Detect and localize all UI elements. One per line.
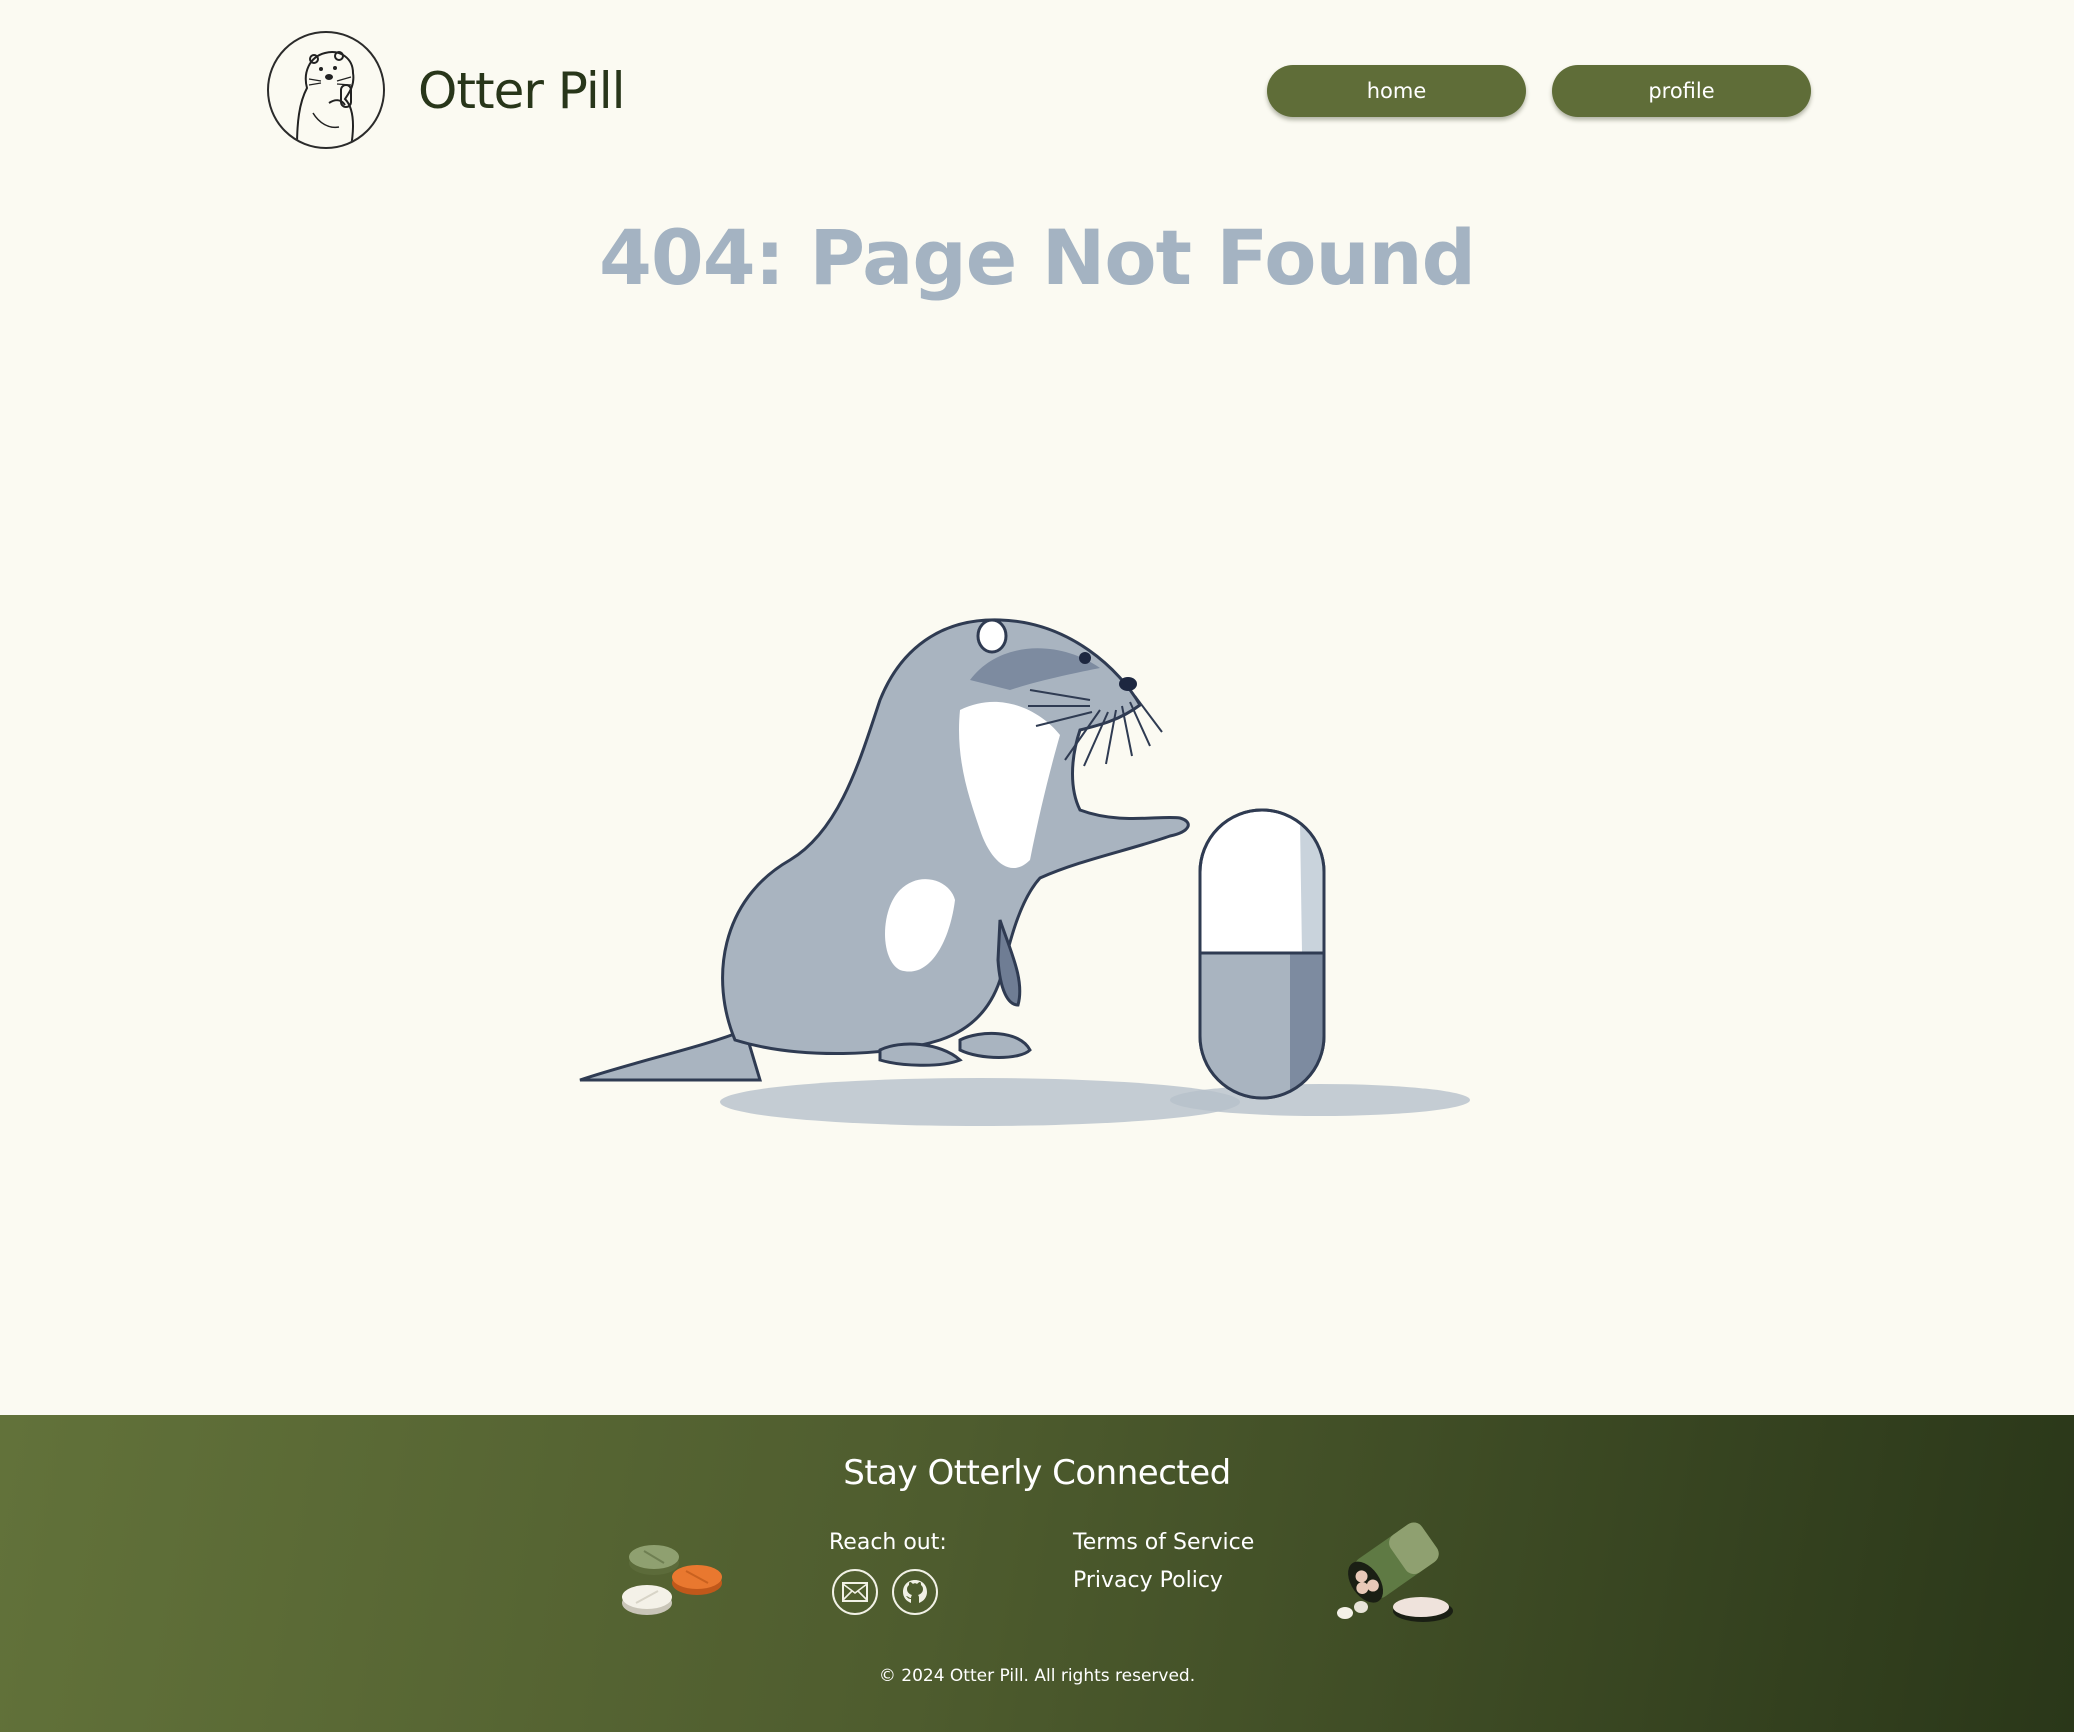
github-icon[interactable] <box>892 1569 938 1615</box>
otter-pill-illustration <box>579 618 1470 1126</box>
privacy-policy-link[interactable]: Privacy Policy <box>1073 1566 1223 1596</box>
page-title: 404: Page Not Found <box>598 213 1476 302</box>
mail-icon[interactable] <box>832 1569 878 1615</box>
pills-illustration-icon <box>622 1545 722 1615</box>
reach-out-label: Reach out: <box>829 1530 947 1555</box>
nav-profile-button[interactable]: profile <box>1552 65 1811 117</box>
brand-title: Otter Pill <box>418 62 626 120</box>
footer: Stay Otterly Connected Reach out: Terms … <box>0 1415 2074 1732</box>
nav-home-button[interactable]: home <box>1267 65 1526 117</box>
terms-of-service-link[interactable]: Terms of Service <box>1073 1528 1254 1558</box>
copyright-text: © 2024 Otter Pill. All rights reserved. <box>878 1666 1196 1686</box>
otter-logo-icon[interactable] <box>267 31 385 149</box>
footer-title: Stay Otterly Connected <box>843 1453 1231 1493</box>
pill-bottle-illustration-icon <box>1337 1522 1453 1622</box>
page: Otter Pill home profile 404: Page Not Fo… <box>0 0 2074 1732</box>
